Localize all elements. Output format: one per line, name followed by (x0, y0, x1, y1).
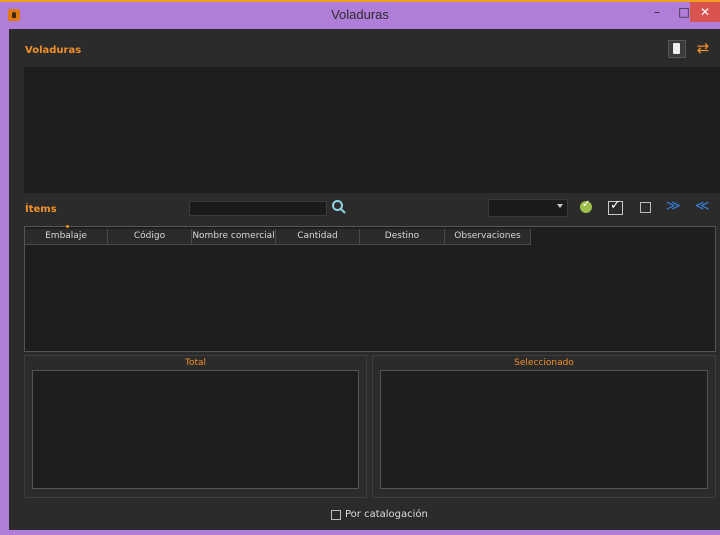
catalog-checkbox[interactable]: Por catalogación (331, 509, 428, 520)
checkbox-icon[interactable] (331, 509, 341, 520)
voladuras-panel (24, 67, 720, 193)
window-title: Voladuras (331, 7, 389, 22)
voladuras-section-label: Voladuras (25, 45, 82, 56)
items-table[interactable]: Embalaje Código Nombre comercial Cantida… (24, 225, 716, 352)
column-header-embalaje[interactable]: Embalaje (25, 225, 108, 245)
column-header-nombre-comercial[interactable]: Nombre comercial (192, 229, 276, 245)
minimize-button[interactable]: – (644, 2, 670, 22)
title-bar: Voladuras – □ ✕ (0, 2, 720, 29)
selected-panel (380, 370, 708, 489)
total-label: Total (184, 358, 207, 368)
close-button[interactable]: ✕ (690, 2, 720, 22)
table-header: Embalaje Código Nombre comercial Cantida… (25, 225, 531, 245)
total-group: Total (24, 355, 367, 498)
expand-all-icon[interactable]: ≫ (666, 198, 681, 214)
check-all-icon[interactable] (608, 198, 623, 215)
confirm-icon[interactable] (580, 199, 592, 213)
uncheck-all-icon[interactable] (640, 202, 651, 213)
column-header-observaciones[interactable]: Observaciones (445, 229, 531, 245)
catalog-label: Por catalogación (345, 509, 428, 520)
chevron-down-icon (557, 204, 563, 208)
search-icon[interactable] (331, 199, 347, 215)
items-section-label: Ítems (25, 204, 57, 215)
items-search-input[interactable] (189, 201, 327, 216)
clipboard-icon[interactable] (668, 40, 686, 58)
selected-group: Seleccionado (372, 355, 716, 498)
column-header-destino[interactable]: Destino (360, 229, 445, 245)
main-content: Voladuras ⇄ Ítems ≫ ≪ Embalaje Código No… (9, 29, 720, 530)
filter-dropdown[interactable] (488, 199, 568, 217)
column-header-codigo[interactable]: Código (108, 229, 192, 245)
refresh-icon[interactable]: ⇄ (695, 40, 711, 56)
column-header-cantidad[interactable]: Cantidad (276, 229, 360, 245)
collapse-all-icon[interactable]: ≪ (695, 198, 710, 214)
total-panel (32, 370, 359, 489)
sort-indicator-icon (66, 225, 69, 228)
selected-label: Seleccionado (514, 358, 574, 368)
